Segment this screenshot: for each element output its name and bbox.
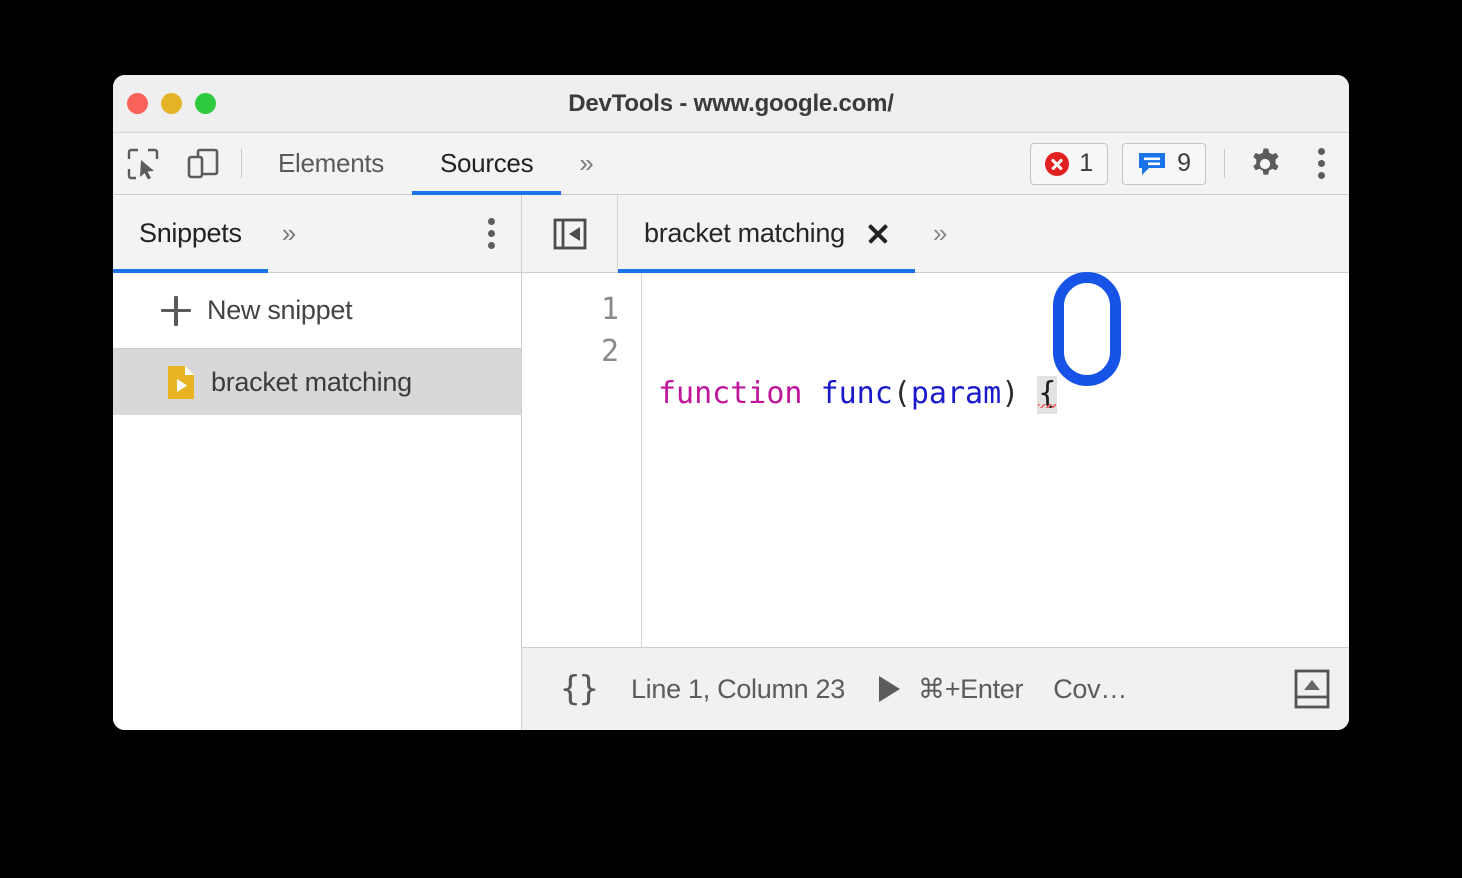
device-toolbar-icon xyxy=(187,148,219,178)
token-function-name: func xyxy=(820,376,893,411)
editor-column: bracket matching » 1 2 function func(par… xyxy=(522,195,1349,730)
tab-sources-label: Sources xyxy=(439,148,534,178)
window-title: DevTools - www.google.com/ xyxy=(568,90,894,117)
new-snippet-button[interactable]: New snippet xyxy=(113,273,521,349)
error-count-badge[interactable]: 1 xyxy=(1030,142,1109,185)
settings-button[interactable] xyxy=(1237,133,1293,194)
sidebar-tab-snippets[interactable]: Snippets xyxy=(113,195,268,273)
cursor-position-label: Line 1, Column 23 xyxy=(630,673,845,704)
token-open-paren: ( xyxy=(892,376,911,411)
close-icon[interactable] xyxy=(867,223,889,245)
show-navigator-icon xyxy=(553,218,586,249)
toolbar-right-divider xyxy=(1224,149,1225,178)
pretty-print-button[interactable]: {} xyxy=(560,669,599,709)
new-snippet-label: New snippet xyxy=(207,295,353,325)
kebab-menu-icon xyxy=(487,218,495,249)
snippets-sidebar: Snippets » New snippet bracket matching xyxy=(113,195,522,730)
window-titlebar: DevTools - www.google.com/ xyxy=(113,75,1349,133)
editor-tab-label: bracket matching xyxy=(644,218,845,248)
snippet-file-icon xyxy=(168,365,194,399)
editor-tabbar: bracket matching » xyxy=(522,195,1349,273)
tab-sources[interactable]: Sources xyxy=(411,133,562,195)
inspect-element-button[interactable] xyxy=(113,133,173,194)
line-number: 2 xyxy=(600,334,619,369)
plus-icon xyxy=(161,295,191,326)
error-circle-icon xyxy=(1045,151,1070,176)
toolbar-overflow-button[interactable]: » xyxy=(561,133,611,194)
show-drawer-button[interactable] xyxy=(1275,668,1349,710)
message-count-badge[interactable]: 9 xyxy=(1122,142,1206,185)
device-toolbar-button[interactable] xyxy=(173,133,233,194)
kebab-menu-icon xyxy=(1317,148,1325,179)
chevron-double-right-icon: » xyxy=(281,218,297,248)
tab-elements-label: Elements xyxy=(278,148,384,178)
code-line-1: function func(param) { xyxy=(658,373,1349,415)
devtools-window: DevTools - www.google.com/ Elements Sour… xyxy=(113,75,1349,730)
run-snippet-button[interactable] xyxy=(879,676,900,702)
list-item[interactable]: bracket matching xyxy=(113,349,521,415)
gear-icon xyxy=(1253,148,1279,175)
snippets-sidebar-header: Snippets » xyxy=(113,195,521,273)
inspect-element-icon xyxy=(127,148,159,179)
snippet-list: New snippet bracket matching xyxy=(113,273,521,730)
message-bubble-icon xyxy=(1139,152,1166,175)
line-number-gutter: 1 2 xyxy=(522,273,642,647)
sidebar-tab-snippets-label: Snippets xyxy=(139,218,242,248)
devtools-body: Snippets » New snippet bracket matching … xyxy=(113,195,1349,730)
error-count-label: 1 xyxy=(1079,149,1094,177)
editor-tabs-overflow-button[interactable]: » xyxy=(915,195,965,272)
token-param: param xyxy=(910,376,1002,411)
line-number: 1 xyxy=(600,292,619,327)
code-content[interactable]: function func(param) { xyxy=(642,273,1349,647)
coverage-label[interactable]: Cov… xyxy=(1053,674,1275,705)
list-item-label: bracket matching xyxy=(211,366,412,397)
toolbar-divider xyxy=(241,149,242,178)
sidebar-overflow-button[interactable]: » xyxy=(268,195,310,272)
code-editor[interactable]: 1 2 function func(param) { xyxy=(522,273,1349,648)
token-close-paren: ) xyxy=(1001,376,1020,411)
devtools-main-toolbar: Elements Sources » 1 9 xyxy=(113,133,1349,195)
screenshot-stage: DevTools - www.google.com/ Elements Sour… xyxy=(0,0,1462,878)
message-count-label: 9 xyxy=(1177,149,1191,177)
more-options-button[interactable] xyxy=(1293,133,1349,194)
tab-elements[interactable]: Elements xyxy=(250,133,412,194)
token-open-brace: { xyxy=(1037,376,1058,414)
sidebar-more-button[interactable] xyxy=(461,218,521,249)
show-drawer-icon xyxy=(1294,669,1330,709)
editor-statusbar: {} Line 1, Column 23 ⌘+Enter Cov… xyxy=(522,648,1349,730)
show-navigator-button[interactable] xyxy=(522,195,618,272)
editor-tab-bracket-matching[interactable]: bracket matching xyxy=(618,195,915,273)
run-shortcut-label: ⌘+Enter xyxy=(918,673,1024,704)
token-keyword: function xyxy=(658,376,803,411)
chevron-double-right-icon: » xyxy=(579,148,594,178)
chevron-double-right-icon: » xyxy=(932,218,948,248)
